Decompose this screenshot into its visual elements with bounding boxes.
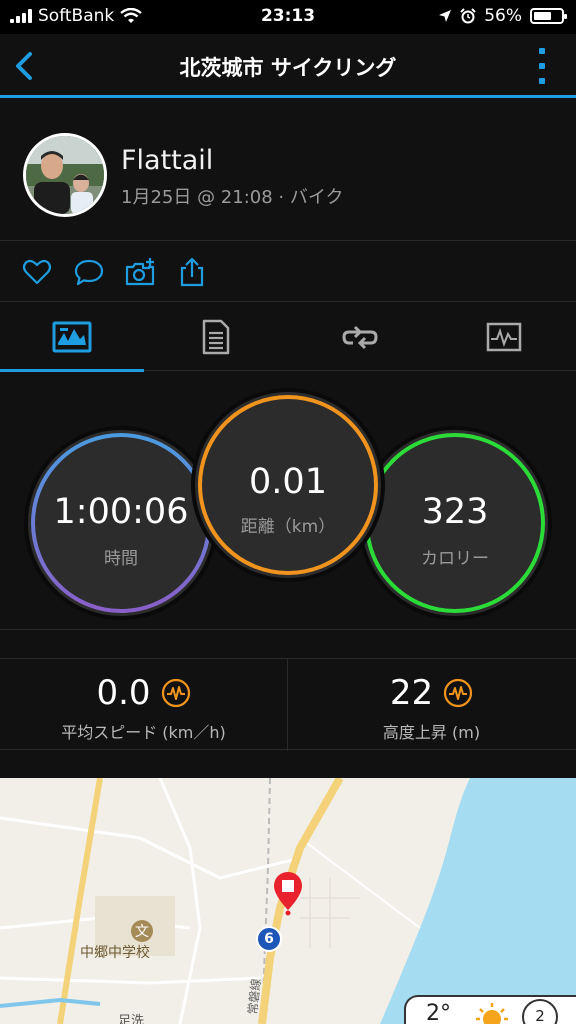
comment-icon[interactable] <box>73 256 105 288</box>
activity-badge-icon <box>161 678 190 708</box>
time-ring: 1:00:06 時間 <box>28 430 214 616</box>
alarm-icon <box>460 8 476 24</box>
tab-bar <box>0 303 576 372</box>
distance-label: 距離（km） <box>240 517 336 537</box>
stats-row: 0.0 平均スピード (km／h) 22 高度上昇 (m) <box>0 658 576 751</box>
avg-speed-value: 0.0 <box>96 673 151 713</box>
avg-speed-label: 平均スピード (km／h) <box>61 723 226 742</box>
laps-icon <box>342 325 378 350</box>
nav-bar: 北茨城市 サイクリング <box>0 34 576 98</box>
elevation-gain-stat[interactable]: 22 高度上昇 (m) <box>288 659 575 751</box>
tab-charts[interactable] <box>432 303 576 371</box>
place-label: 足洗 <box>118 1014 145 1024</box>
activity-header: Flattail 1月25日 @ 21:08 · バイク <box>0 101 576 241</box>
document-icon <box>202 319 230 355</box>
share-icon[interactable] <box>176 256 208 288</box>
school-icon: 文 <box>131 920 153 942</box>
user-name[interactable]: Flattail <box>121 145 213 176</box>
summary-rings: 1:00:06 時間 323 カロリー 0.01 距離（km） <box>0 372 576 630</box>
time-label: 時間 <box>104 549 138 569</box>
school-label: 中郷中学校 <box>80 945 150 961</box>
time-value: 1:00:06 <box>53 492 189 532</box>
route-map[interactable]: 文 中郷中学校 足洗 常磐線 6 <box>0 778 576 1024</box>
heart-icon[interactable] <box>21 256 53 288</box>
tab-overview[interactable] <box>0 303 144 372</box>
camera-plus-icon[interactable] <box>124 256 156 288</box>
overview-icon <box>52 321 92 353</box>
weather-widget[interactable]: 2° 2 <box>404 995 576 1024</box>
chart-icon <box>486 322 522 352</box>
action-bar <box>0 242 576 302</box>
battery-percent: 56% <box>484 6 522 26</box>
temperature: 2° <box>426 1001 451 1024</box>
calories-label: カロリー <box>421 549 489 569</box>
more-vertical-icon[interactable] <box>538 48 546 84</box>
tab-laps[interactable] <box>288 303 432 371</box>
svg-text:文: 文 <box>135 924 149 940</box>
distance-ring: 0.01 距離（km） <box>195 392 381 578</box>
avatar[interactable] <box>23 133 107 217</box>
status-bar: SoftBank 23:13 56% <box>0 0 576 34</box>
calories-ring: 323 カロリー <box>362 430 548 616</box>
battery-icon <box>530 8 567 24</box>
elevation-gain-value: 22 <box>389 673 434 713</box>
elevation-gain-label: 高度上昇 (m) <box>382 723 481 742</box>
tab-details[interactable] <box>144 303 288 371</box>
route-number-badge: 6 <box>256 926 282 952</box>
calories-value: 323 <box>421 492 489 532</box>
page-title: 北茨城市 サイクリング <box>179 56 397 80</box>
status-right: 56% <box>438 6 567 26</box>
distance-value: 0.01 <box>249 462 327 502</box>
map-pin-icon[interactable] <box>272 870 304 916</box>
activity-badge-icon <box>444 678 473 708</box>
route-number: 6 <box>264 931 274 947</box>
location-arrow-icon <box>439 10 452 22</box>
avg-speed-stat[interactable]: 0.0 平均スピード (km／h) <box>0 659 287 751</box>
sun-icon <box>476 1003 508 1024</box>
weather-count: 2 <box>535 1007 545 1024</box>
activity-meta: 1月25日 @ 21:08 · バイク <box>121 187 344 208</box>
weather-count-badge: 2 <box>522 999 558 1024</box>
